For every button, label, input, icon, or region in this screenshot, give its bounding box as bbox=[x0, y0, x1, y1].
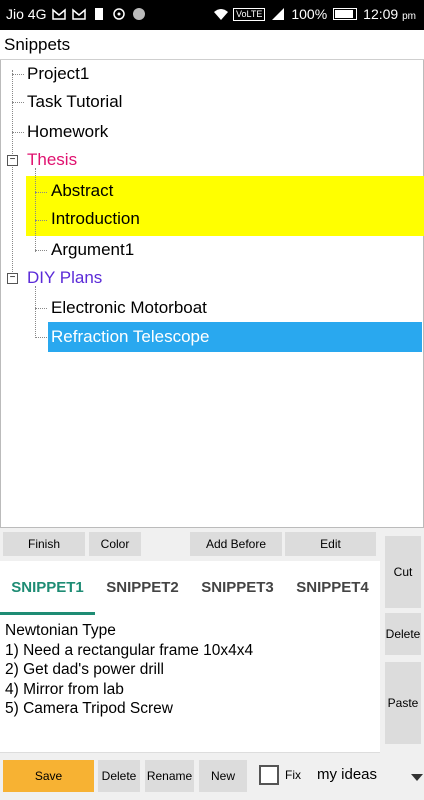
fix-checkbox[interactable] bbox=[259, 765, 279, 785]
tree-item-refraction-telescope[interactable]: Refraction Telescope bbox=[51, 323, 209, 351]
sd-card-icon bbox=[92, 7, 106, 21]
tree-connector bbox=[35, 192, 47, 193]
status-bar: Jio 4G VoLTE 100% 12:09 pm bbox=[0, 0, 424, 30]
wifi-icon bbox=[213, 7, 228, 21]
collapse-thesis-icon[interactable]: − bbox=[7, 155, 18, 166]
finish-button[interactable]: Finish bbox=[3, 532, 85, 556]
tree-item-introduction[interactable]: Introduction bbox=[51, 205, 140, 233]
fix-label: Fix bbox=[285, 768, 301, 782]
tree-item-thesis[interactable]: Thesis bbox=[27, 146, 77, 174]
gmail-icon bbox=[52, 7, 67, 21]
tree-connector bbox=[35, 250, 47, 251]
gmail-icon-2 bbox=[72, 7, 87, 21]
tree-item-argument1[interactable]: Argument1 bbox=[51, 236, 134, 264]
tree-item-abstract[interactable]: Abstract bbox=[51, 177, 113, 205]
editor-line: 4) Mirror from lab bbox=[5, 680, 124, 698]
tree-connector bbox=[35, 308, 47, 309]
tab-snippet4[interactable]: SNIPPET4 bbox=[285, 561, 380, 615]
tree-connector bbox=[35, 286, 36, 338]
battery-icon bbox=[333, 8, 358, 20]
notification-dot-icon bbox=[132, 7, 146, 21]
carrier-label: Jio 4G bbox=[6, 6, 47, 22]
snippet-tabs: SNIPPET1 SNIPPET2 SNIPPET3 SNIPPET4 bbox=[0, 561, 380, 615]
cut-button[interactable]: Cut bbox=[385, 536, 421, 608]
tree-connector bbox=[12, 132, 24, 133]
tree-item-project1[interactable]: Project1 bbox=[27, 60, 89, 88]
tree-item-task-tutorial[interactable]: Task Tutorial bbox=[27, 88, 122, 116]
tree-item-electronic-motorboat[interactable]: Electronic Motorboat bbox=[51, 294, 207, 322]
volte-badge: VoLTE bbox=[232, 7, 266, 21]
editor-line: 5) Camera Tripod Screw bbox=[5, 700, 173, 717]
category-select[interactable]: my ideas bbox=[317, 766, 377, 783]
side-delete-button[interactable]: Delete bbox=[385, 613, 421, 655]
tree-item-diy-plans[interactable]: DIY Plans bbox=[27, 264, 102, 292]
tree-connector bbox=[35, 168, 36, 252]
editor-line: 1) Need a rectangular frame 10x4x4 bbox=[5, 641, 254, 659]
hotspot-icon bbox=[112, 7, 126, 21]
editor-line: 2) Get dad's power drill bbox=[5, 661, 164, 678]
add-before-button[interactable]: Add Before bbox=[190, 532, 282, 556]
tab-snippet2[interactable]: SNIPPET2 bbox=[95, 561, 190, 615]
edit-button[interactable]: Edit bbox=[285, 532, 376, 556]
battery-percent: 100% bbox=[291, 6, 328, 22]
tab-snippet1[interactable]: SNIPPET1 bbox=[0, 561, 95, 615]
snippet-tree[interactable]: − − Project1 Task Tutorial Homework Thes… bbox=[0, 60, 424, 528]
tree-item-homework[interactable]: Homework bbox=[27, 118, 108, 146]
paste-button[interactable]: Paste bbox=[385, 662, 421, 744]
app-titlebar: Snippets bbox=[0, 30, 424, 60]
save-button[interactable]: Save bbox=[3, 760, 94, 792]
delete-button[interactable]: Delete bbox=[98, 760, 140, 792]
clock: 12:09 pm bbox=[363, 6, 416, 22]
tree-connector bbox=[35, 220, 47, 221]
signal-icon bbox=[271, 7, 285, 21]
rename-button[interactable]: Rename bbox=[145, 760, 194, 792]
color-button[interactable]: Color bbox=[89, 532, 141, 556]
tree-connector bbox=[12, 102, 24, 103]
tab-snippet3[interactable]: SNIPPET3 bbox=[190, 561, 285, 615]
tree-connector bbox=[12, 74, 24, 75]
dropdown-caret-icon[interactable] bbox=[411, 774, 423, 781]
editor-line: Newtonian Type bbox=[5, 622, 116, 639]
new-button[interactable]: New bbox=[199, 760, 247, 792]
snippet-editor[interactable]: Newtonian Type 1) Need a rectangular fra… bbox=[0, 615, 380, 753]
tree-connector bbox=[35, 337, 47, 338]
collapse-diy-plans-icon[interactable]: − bbox=[7, 273, 18, 284]
app-title: Snippets bbox=[4, 35, 71, 54]
